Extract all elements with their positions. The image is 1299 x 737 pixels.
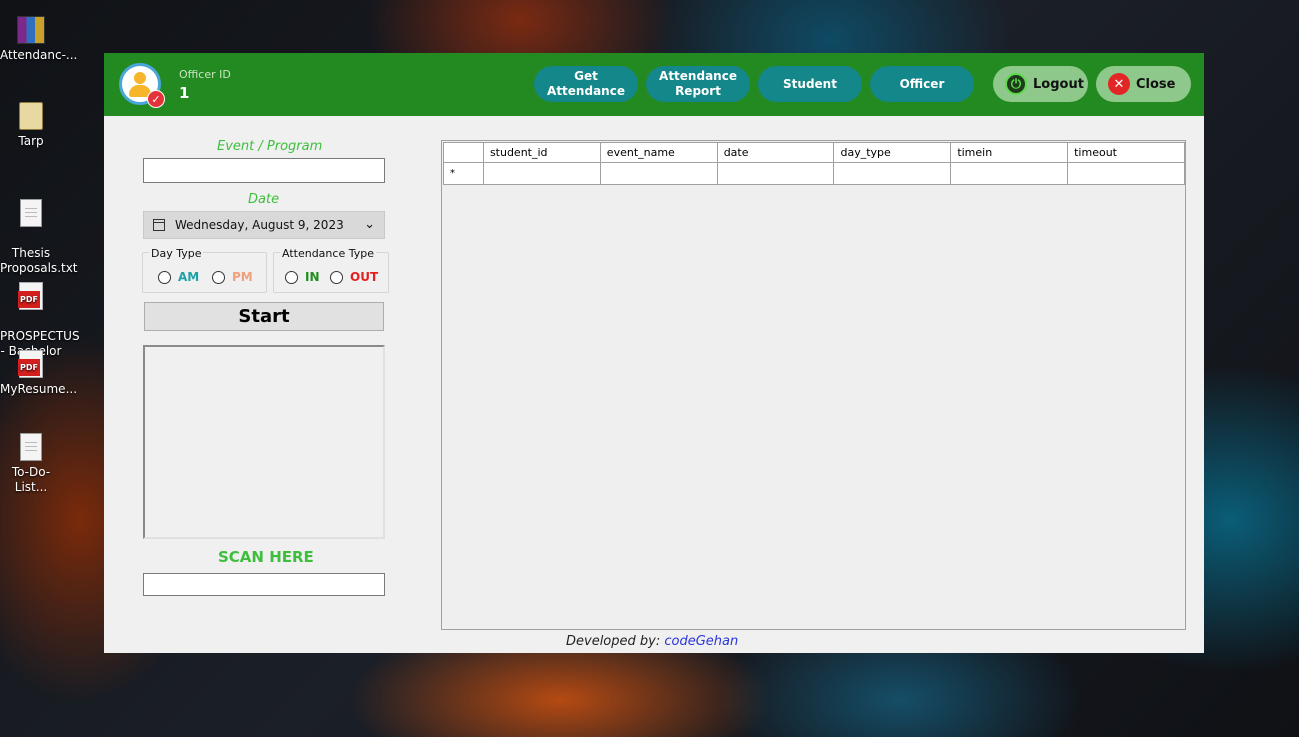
check-badge-icon: ✓ xyxy=(147,90,165,108)
desktop-icon-attendance-archive[interactable]: Attendanc-... xyxy=(0,16,77,63)
day-type-group: Day Type AM PM xyxy=(142,247,267,293)
table-row[interactable]: * xyxy=(443,162,1185,185)
am-label: AM xyxy=(178,270,200,284)
power-icon: ⏻ xyxy=(1005,73,1027,95)
event-program-input[interactable] xyxy=(143,158,385,183)
desktop-icon-label: Attendanc-... xyxy=(0,48,78,62)
in-label: IN xyxy=(305,270,320,284)
credit-brand: codeGehan xyxy=(664,634,739,649)
am-radio[interactable]: AM xyxy=(158,270,199,284)
radio-circle-icon xyxy=(330,270,343,284)
attendance-type-group: Attendance Type IN OUT xyxy=(273,247,389,293)
radio-circle-icon xyxy=(285,270,298,284)
row-header-corner xyxy=(443,142,484,163)
day-type-legend: Day Type xyxy=(149,247,204,260)
column-header[interactable]: student_id xyxy=(482,142,601,163)
student-button[interactable]: Student xyxy=(758,66,862,102)
date-value: Wednesday, August 9, 2023 xyxy=(175,218,344,232)
close-icon: ✕ xyxy=(1108,73,1130,95)
table-cell[interactable] xyxy=(482,162,601,185)
developer-credit: Developed by: codeGehan xyxy=(566,634,738,649)
scan-here-label: SCAN HERE xyxy=(218,548,314,566)
pdf-icon: PDF xyxy=(18,350,43,378)
radio-circle-icon xyxy=(158,270,171,284)
chevron-down-icon[interactable]: ⌄ xyxy=(364,217,375,232)
table-cell[interactable] xyxy=(950,162,1069,185)
start-button[interactable]: Start xyxy=(144,302,384,331)
officer-avatar-icon: ✓ xyxy=(119,63,165,108)
out-label: OUT xyxy=(350,270,379,284)
attendance-type-legend: Attendance Type xyxy=(280,247,376,260)
pm-label: PM xyxy=(232,270,253,284)
column-header[interactable]: day_type xyxy=(833,142,952,163)
desktop-icon-label: To-Do-List... xyxy=(11,465,51,494)
date-picker[interactable]: Wednesday, August 9, 2023 ⌄ xyxy=(143,211,385,239)
credit-prefix: Developed by: xyxy=(566,634,661,649)
desktop-icon-thesis-proposals[interactable]: Thesis Proposals.txt xyxy=(0,184,78,276)
get-attendance-button[interactable]: Get Attendance xyxy=(534,66,638,102)
camera-preview xyxy=(143,345,385,539)
attendance-app-window: ✓ Officer ID 1 Get Attendance Attendance… xyxy=(104,53,1204,653)
desktop-icon-todo-list[interactable]: To-Do-List... xyxy=(0,433,62,495)
table-cell[interactable] xyxy=(1067,162,1185,185)
text-file-icon xyxy=(20,433,42,461)
table-cell[interactable] xyxy=(716,162,835,185)
officer-id-value: 1 xyxy=(179,84,190,102)
officer-button[interactable]: Officer xyxy=(870,66,974,102)
scan-input[interactable] xyxy=(143,573,385,596)
calendar-icon xyxy=(153,219,165,231)
text-file-icon xyxy=(20,199,42,227)
close-button[interactable]: ✕ Close xyxy=(1096,66,1191,102)
attendance-table: student_id event_name date day_type time… xyxy=(443,142,1185,185)
archive-icon xyxy=(17,16,45,44)
table-cell[interactable] xyxy=(833,162,952,185)
radio-circle-icon xyxy=(212,270,225,284)
table-cell[interactable] xyxy=(599,162,718,185)
column-header[interactable]: event_name xyxy=(599,142,718,163)
column-header[interactable]: timein xyxy=(950,142,1069,163)
close-label: Close xyxy=(1136,76,1176,92)
new-row-marker: * xyxy=(443,162,484,185)
desktop-icon-label: MyResume... xyxy=(0,382,78,396)
pm-radio[interactable]: PM xyxy=(212,270,253,284)
folder-icon xyxy=(19,102,43,130)
desktop-icon-label: Tarp xyxy=(18,134,44,148)
attendance-report-button[interactable]: Attendance Report xyxy=(646,66,750,102)
desktop-icon-myresume[interactable]: PDF MyResume... xyxy=(0,350,77,397)
out-radio[interactable]: OUT xyxy=(330,270,378,284)
header-bar: ✓ Officer ID 1 Get Attendance Attendance… xyxy=(104,53,1204,116)
column-header[interactable]: timeout xyxy=(1067,142,1185,163)
table-header-row: student_id event_name date day_type time… xyxy=(443,142,1185,163)
desktop-icon-tarp[interactable]: Tarp xyxy=(0,102,62,149)
logout-label: Logout xyxy=(1033,76,1084,92)
attendance-grid[interactable]: student_id event_name date day_type time… xyxy=(441,140,1186,630)
event-program-label: Event / Program xyxy=(217,139,323,154)
date-label: Date xyxy=(248,192,280,207)
column-header[interactable]: date xyxy=(716,142,835,163)
in-radio[interactable]: IN xyxy=(285,270,320,284)
pdf-icon: PDF xyxy=(18,282,43,310)
officer-id-label: Officer ID xyxy=(179,68,231,81)
logout-button[interactable]: ⏻ Logout xyxy=(993,66,1088,102)
